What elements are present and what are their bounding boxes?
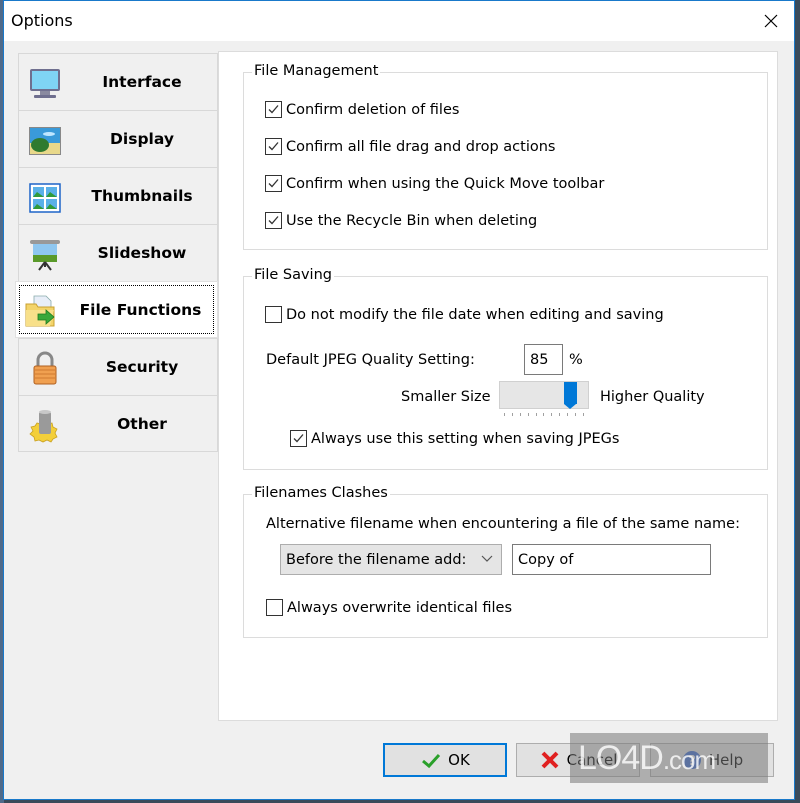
nav-item-thumbnails[interactable]: Thumbnails <box>18 167 218 224</box>
confirm-deletion-option[interactable]: Confirm deletion of files <box>265 101 459 118</box>
nav-label: Display <box>110 130 174 148</box>
jpeg-quality-label: Default JPEG Quality Setting: <box>266 352 475 368</box>
title-bar: Options <box>4 1 794 41</box>
chevron-down-icon <box>481 555 493 562</box>
folder-arrow-icon <box>25 295 55 327</box>
clash-description: Alternative filename when encountering a… <box>266 516 740 532</box>
nav-label: Other <box>117 414 167 433</box>
gear-cylinder-icon <box>29 410 58 443</box>
landscape-picture-icon <box>29 127 61 155</box>
checkmark-icon <box>268 142 279 151</box>
slider-thumb[interactable] <box>564 382 577 409</box>
file-saving-group: File Saving Do not modify the file date … <box>243 267 768 470</box>
file-management-group: File Management Confirm deletion of file… <box>243 63 768 250</box>
checkmark-icon <box>293 434 304 443</box>
option-label: Confirm all file drag and drop actions <box>286 138 556 155</box>
group-title: File Saving <box>252 267 334 283</box>
nav-item-interface[interactable]: Interface <box>18 53 218 110</box>
option-label: Always use this setting when saving JPEG… <box>311 430 620 447</box>
nav-item-file-functions[interactable]: File Functions <box>15 281 218 338</box>
checkmark-icon <box>268 179 279 188</box>
thumbnails-grid-icon <box>29 183 61 213</box>
clash-mode-value: Before the filename add: <box>286 551 467 568</box>
nav-label: Security <box>105 358 179 376</box>
slider-min-label: Smaller Size <box>401 389 491 405</box>
confirm-drag-drop-option[interactable]: Confirm all file drag and drop actions <box>265 138 555 155</box>
window-title: Options <box>11 11 73 30</box>
nav-label: Slideshow <box>97 244 187 262</box>
always-use-setting-checkbox[interactable] <box>290 430 307 447</box>
confirm-quick-move-checkbox[interactable] <box>265 175 282 192</box>
options-dialog: Options Interface Display Thumbnails Sli… <box>3 0 795 800</box>
nav-label: Interface <box>102 73 182 91</box>
option-label: Always overwrite identical files <box>287 599 513 616</box>
options-category-nav: Interface Display Thumbnails Slideshow F… <box>15 53 218 452</box>
confirm-deletion-checkbox[interactable] <box>265 101 282 118</box>
projector-screen-icon <box>30 240 60 271</box>
option-label: Confirm when using the Quick Move toolba… <box>286 175 605 192</box>
slider-max-label: Higher Quality <box>600 389 705 405</box>
no-modify-date-checkbox[interactable] <box>265 306 282 323</box>
watermark-brand: LO4D <box>578 738 664 777</box>
group-title: File Management <box>252 63 381 79</box>
slider-ticks <box>499 413 589 417</box>
filename-prefix-input[interactable] <box>512 544 711 575</box>
always-use-setting-option[interactable]: Always use this setting when saving JPEG… <box>290 430 619 447</box>
nav-item-security[interactable]: Security <box>18 338 218 395</box>
use-recycle-bin-checkbox[interactable] <box>265 212 282 229</box>
always-overwrite-option[interactable]: Always overwrite identical files <box>266 599 512 616</box>
checkmark-icon <box>268 105 279 114</box>
always-overwrite-checkbox[interactable] <box>266 599 283 616</box>
jpeg-quality-slider[interactable] <box>499 381 589 409</box>
option-label: Do not modify the file date when editing… <box>286 306 664 323</box>
no-modify-date-option[interactable]: Do not modify the file date when editing… <box>265 306 664 323</box>
nav-label: Thumbnails <box>91 187 193 205</box>
group-title: Filenames Clashes <box>252 485 390 501</box>
padlock-icon <box>33 351 57 385</box>
checkmark-icon <box>268 216 279 225</box>
close-icon <box>764 14 778 28</box>
watermark-suffix: .com <box>662 744 716 775</box>
confirm-drag-drop-checkbox[interactable] <box>265 138 282 155</box>
percent-unit-label: % <box>569 352 583 368</box>
nav-item-slideshow[interactable]: Slideshow <box>18 224 218 281</box>
option-label: Confirm deletion of files <box>286 101 460 118</box>
confirm-quick-move-option[interactable]: Confirm when using the Quick Move toolba… <box>265 175 604 192</box>
ok-button[interactable]: OK <box>383 743 507 777</box>
nav-item-display[interactable]: Display <box>18 110 218 167</box>
file-functions-panel: File Management Confirm deletion of file… <box>218 51 778 721</box>
lo4d-watermark: LO4D.com <box>570 733 768 783</box>
close-button[interactable] <box>748 1 794 41</box>
ok-label: OK <box>448 751 470 769</box>
monitor-icon <box>30 69 60 98</box>
red-x-icon <box>541 751 558 769</box>
nav-label: File Functions <box>79 300 202 319</box>
option-label: Use the Recycle Bin when deleting <box>286 212 538 229</box>
jpeg-quality-input[interactable] <box>524 344 563 375</box>
clash-mode-select[interactable]: Before the filename add: <box>280 544 502 575</box>
use-recycle-bin-option[interactable]: Use the Recycle Bin when deleting <box>265 212 537 229</box>
nav-item-other[interactable]: Other <box>18 395 218 452</box>
filename-clashes-group: Filenames Clashes Alternative filename w… <box>243 485 768 638</box>
checkmark-icon <box>422 753 441 769</box>
